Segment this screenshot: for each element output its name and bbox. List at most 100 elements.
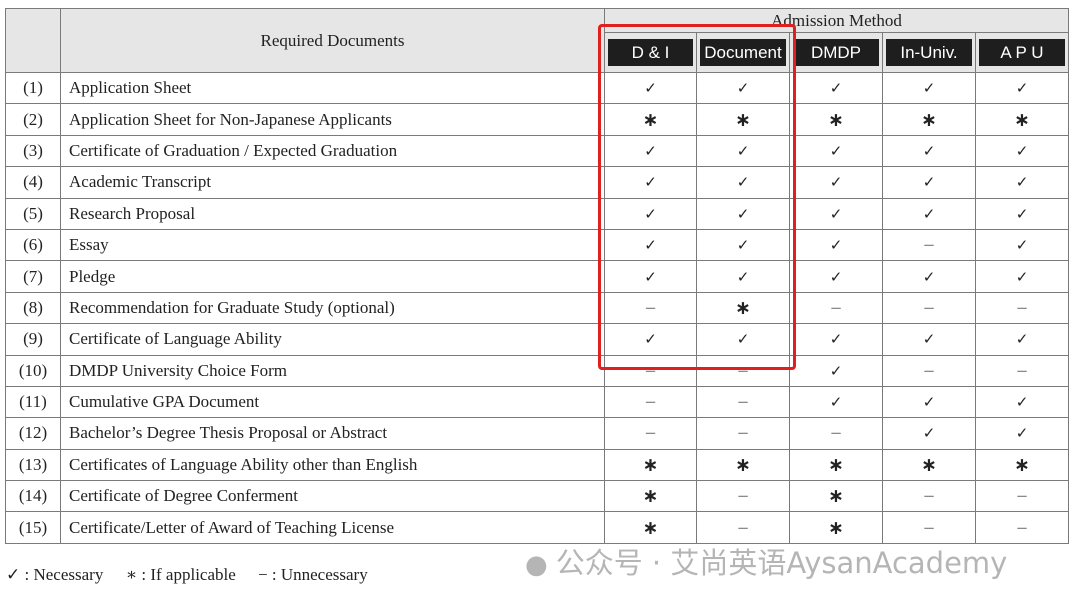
- check-mark-icon: ✓: [696, 228, 790, 262]
- table-row: (5) Research Proposal ✓ ✓ ✓ ✓ ✓: [5, 197, 1070, 230]
- check-mark-icon: ✓: [789, 260, 883, 293]
- asterisk-icon: ∗: [789, 103, 883, 136]
- document-name: Pledge: [60, 260, 605, 293]
- legend-unnecessary: − : Unnecessary: [258, 565, 368, 584]
- header-corner: [5, 8, 61, 73]
- row-number: (3): [5, 134, 61, 168]
- document-name: Essay: [60, 228, 605, 262]
- check-mark-icon: ✓: [974, 260, 1070, 293]
- method-header-cell: Document: [696, 32, 790, 73]
- row-number: (1): [5, 71, 61, 105]
- check-mark-icon: ✓: [696, 197, 790, 230]
- dash-icon: −: [882, 480, 976, 513]
- dash-icon: −: [789, 417, 883, 450]
- dash-icon: −: [882, 354, 976, 387]
- document-name: Recommendation for Graduate Study (optio…: [60, 291, 605, 325]
- check-mark-icon: ✓: [882, 134, 976, 168]
- watermark-text: 公众号 · 艾尚英语AysanAcademy: [555, 546, 1008, 580]
- table-row: (11) Cumulative GPA Document − − ✓ ✓ ✓: [5, 385, 1070, 419]
- dash-icon: −: [696, 354, 790, 387]
- check-mark-icon: ✓: [696, 134, 790, 168]
- check-mark-icon: ✓: [696, 323, 790, 356]
- table-row: (6) Essay ✓ ✓ ✓ − ✓: [5, 228, 1070, 262]
- check-mark-icon: ✓: [974, 197, 1070, 230]
- row-number: (9): [5, 323, 61, 356]
- asterisk-icon: ∗: [604, 480, 697, 513]
- check-mark-icon: ✓: [789, 354, 883, 387]
- check-mark-icon: ✓: [974, 134, 1070, 168]
- check-mark-icon: ✓: [789, 134, 883, 168]
- table-row: (4) Academic Transcript ✓ ✓ ✓ ✓ ✓: [5, 166, 1070, 199]
- method-tag: DMDP: [793, 39, 879, 66]
- document-name: Certificate of Language Ability: [60, 323, 605, 356]
- check-mark-icon: ✓: [604, 323, 697, 356]
- dash-icon: −: [604, 291, 697, 325]
- check-mark-icon: ✓: [604, 228, 697, 262]
- watermark: ● 公众号 · 艾尚英语AysanAcademy: [525, 540, 1007, 582]
- check-mark-icon: ✓: [882, 71, 976, 105]
- check-mark-icon: ✓: [789, 197, 883, 230]
- document-name: Certificates of Language Ability other t…: [60, 448, 605, 482]
- method-header-cell: D & I: [604, 32, 697, 73]
- method-tag: Document: [700, 39, 786, 66]
- asterisk-icon: ∗: [789, 511, 883, 544]
- asterisk-icon: ∗: [604, 511, 697, 544]
- row-number: (4): [5, 166, 61, 199]
- check-mark-icon: ✓: [974, 166, 1070, 199]
- check-mark-icon: ✓: [974, 323, 1070, 356]
- dash-icon: −: [882, 511, 976, 544]
- dash-icon: −: [696, 480, 790, 513]
- table-row: (9) Certificate of Language Ability ✓ ✓ ✓ ✓ ✓: [5, 323, 1070, 356]
- method-header-cell: DMDP: [789, 32, 883, 73]
- row-number: (10): [5, 354, 61, 387]
- document-name: Certificate of Degree Conferment: [60, 480, 605, 513]
- method-tag: A P U: [979, 39, 1066, 66]
- table-row: (1) Application Sheet ✓ ✓ ✓ ✓ ✓: [5, 71, 1070, 105]
- asterisk-icon: ∗: [604, 103, 697, 136]
- table-row: (13) Certificates of Language Ability oth…: [5, 448, 1070, 482]
- table-row: (8) Recommendation for Graduate Study (op…: [5, 291, 1070, 325]
- row-number: (7): [5, 260, 61, 293]
- check-mark-icon: ✓: [882, 385, 976, 419]
- asterisk-icon: ∗: [974, 103, 1070, 136]
- asterisk-icon: ∗: [882, 448, 976, 482]
- legend-necessary: ✓ : Necessary: [6, 565, 104, 584]
- dash-icon: −: [974, 480, 1070, 513]
- check-mark-icon: ✓: [882, 323, 976, 356]
- check-mark-icon: ✓: [604, 260, 697, 293]
- check-mark-icon: ✓: [974, 385, 1070, 419]
- check-mark-icon: ✓: [604, 134, 697, 168]
- check-mark-icon: ✓: [696, 71, 790, 105]
- row-number: (14): [5, 480, 61, 513]
- table-row: (10) DMDP University Choice Form − − ✓ − −: [5, 354, 1070, 387]
- dash-icon: −: [882, 228, 976, 262]
- dash-icon: −: [696, 417, 790, 450]
- asterisk-icon: ∗: [696, 103, 790, 136]
- admission-method-header: Admission Method: [603, 8, 1070, 33]
- method-tag: D & I: [608, 39, 693, 66]
- check-mark-icon: ✓: [789, 228, 883, 262]
- dash-icon: −: [696, 511, 790, 544]
- check-mark-icon: ✓: [696, 260, 790, 293]
- document-name: DMDP University Choice Form: [60, 354, 605, 387]
- asterisk-icon: ∗: [696, 448, 790, 482]
- required-documents-header: Required Documents: [60, 8, 605, 73]
- check-mark-icon: ✓: [604, 166, 697, 199]
- asterisk-icon: ∗: [882, 103, 976, 136]
- dash-icon: −: [604, 385, 697, 419]
- dash-icon: −: [696, 385, 790, 419]
- row-number: (13): [5, 448, 61, 482]
- asterisk-icon: ∗: [604, 448, 697, 482]
- row-number: (6): [5, 228, 61, 262]
- dash-icon: −: [974, 511, 1070, 544]
- legend-if-applicable: ∗ : If applicable: [125, 565, 236, 584]
- asterisk-icon: ∗: [974, 448, 1070, 482]
- table-row: (14) Certificate of Degree Conferment ∗ − ∗ −…: [5, 480, 1070, 513]
- dash-icon: −: [604, 354, 697, 387]
- check-mark-icon: ✓: [789, 166, 883, 199]
- table-row: (15) Certificate/Letter of Award of Teach…: [5, 511, 1070, 544]
- document-name: Application Sheet: [60, 71, 605, 105]
- check-mark-icon: ✓: [604, 197, 697, 230]
- row-number: (11): [5, 385, 61, 419]
- document-name: Academic Transcript: [60, 166, 605, 199]
